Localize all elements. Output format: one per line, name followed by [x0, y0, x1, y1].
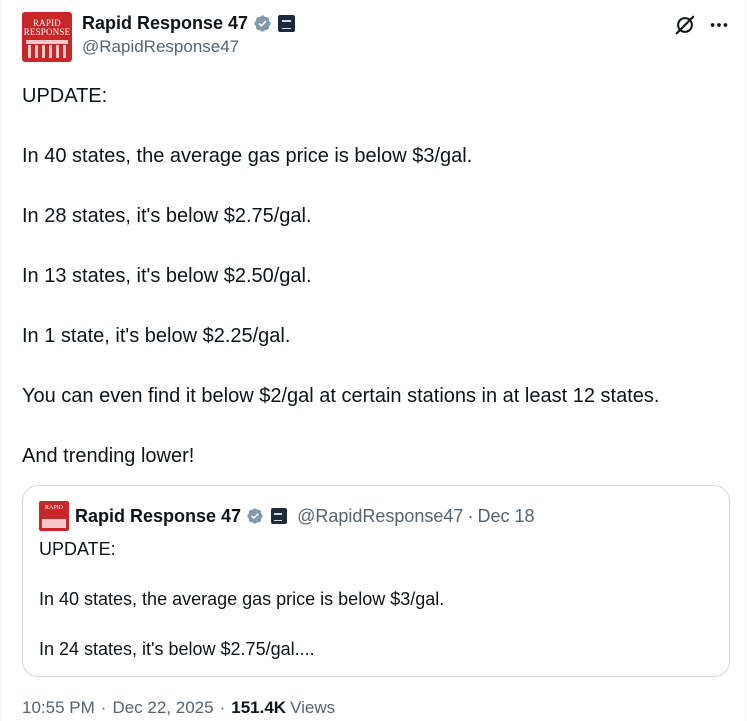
- views-count: 151.4K: [231, 698, 287, 717]
- grok-icon[interactable]: [674, 14, 696, 36]
- white-house-badge-icon: [271, 508, 288, 524]
- quoted-display-name[interactable]: Rapid Response 47: [75, 506, 241, 527]
- avatar-building: [26, 40, 68, 58]
- tweet-paragraph: And trending lower!: [22, 445, 195, 467]
- quoted-handle: @RapidResponse47: [297, 505, 464, 526]
- meta-separator: ·: [100, 698, 107, 717]
- quoted-separator: ·: [467, 505, 474, 526]
- white-house-badge-icon[interactable]: [278, 14, 296, 32]
- display-name[interactable]: Rapid Response 47: [82, 13, 248, 34]
- tweet-paragraph: You can even find it below $2/gal at cer…: [22, 385, 660, 407]
- quoted-header: Rapid Response 47 @RapidResponse47 · Dec…: [75, 504, 535, 528]
- tweet-paragraph: In 1 state, it's below $2.25/gal.: [22, 325, 291, 347]
- tweet-paragraph: In 13 states, it's below $2.50/gal.: [22, 265, 312, 287]
- tweet-header: RAPID RESPONSE Rapid Response 47 @RapidR…: [22, 8, 728, 64]
- quoted-tweet[interactable]: RAPID Rapid Response 47 @RapidResponse47…: [22, 485, 730, 677]
- tweet-time[interactable]: 10:55 PM: [22, 698, 95, 718]
- author-names: Rapid Response 47 @RapidResponse47: [82, 12, 296, 57]
- quoted-paragraph: UPDATE:: [39, 539, 116, 559]
- tweet[interactable]: RAPID RESPONSE Rapid Response 47 @RapidR…: [22, 8, 730, 717]
- author-handle[interactable]: @RapidResponse47: [82, 37, 295, 57]
- tweet-paragraph: UPDATE:: [22, 85, 108, 107]
- verified-badge-icon[interactable]: [253, 14, 272, 33]
- quoted-avatar[interactable]: RAPID: [39, 501, 69, 531]
- quoted-paragraph: In 40 states, the average gas price is b…: [39, 589, 445, 609]
- quoted-avatar-text: RAPID: [44, 505, 63, 511]
- verified-badge-icon: [247, 508, 263, 524]
- tweet-paragraph: In 40 states, the average gas price is b…: [22, 145, 473, 167]
- avatar[interactable]: RAPID RESPONSE: [22, 12, 72, 62]
- tweet-meta: 10:55 PM · Dec 22, 2025 · 151.4K Views: [22, 698, 335, 718]
- tweet-paragraph: In 28 states, it's below $2.75/gal.: [22, 205, 312, 227]
- quoted-avatar-building: [42, 519, 66, 528]
- more-icon[interactable]: [708, 14, 730, 36]
- views-label: Views: [290, 698, 336, 717]
- quoted-paragraph: In 24 states, it's below $2.75/gal....: [39, 639, 315, 659]
- meta-separator: ·: [219, 698, 226, 717]
- tweet-date[interactable]: Dec 22, 2025: [112, 698, 213, 718]
- avatar-text-line2: RESPONSE: [23, 27, 71, 37]
- left-border: [0, 0, 1, 721]
- quoted-date[interactable]: Dec 18: [477, 506, 534, 527]
